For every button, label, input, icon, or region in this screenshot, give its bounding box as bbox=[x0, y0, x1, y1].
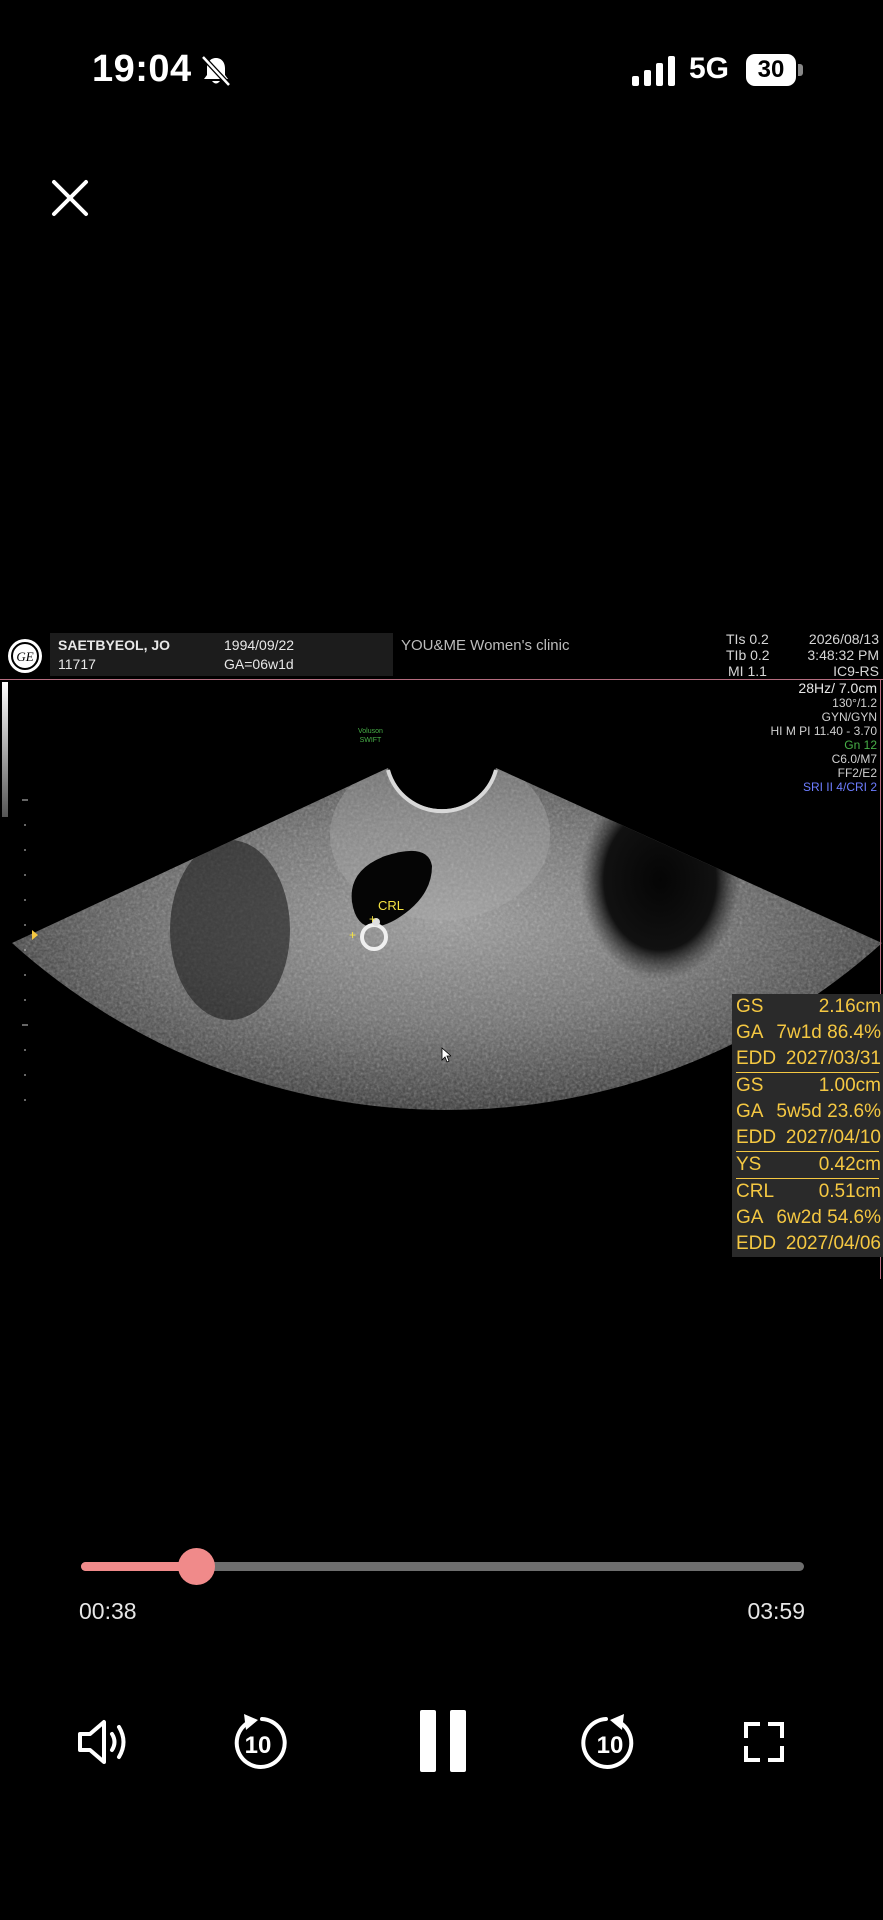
measurement-label: GA bbox=[736, 1207, 764, 1228]
measurement-value: 0.51cm bbox=[818, 1181, 881, 1202]
measurement-row: EDD 2027/03/31 bbox=[732, 1046, 883, 1072]
measurement-label: CRL bbox=[736, 1181, 775, 1202]
measurement-value: 6w2d 54.6% bbox=[776, 1207, 881, 1228]
status-time: 19:04 bbox=[92, 48, 192, 90]
measurement-value: 1.00cm bbox=[818, 1075, 881, 1096]
battery-level: 30 bbox=[746, 54, 796, 86]
patient-name: SAETBYEOL, JO bbox=[58, 637, 171, 653]
measurement-panel: GS 2.16cm GA 7w1d 86.4% EDD 2027/03/31 GS 1.… bbox=[732, 994, 883, 1257]
battery-icon: 30 bbox=[746, 54, 804, 86]
measurement-row: GA 6w2d 54.6% bbox=[732, 1205, 883, 1231]
pause-icon[interactable] bbox=[418, 1710, 468, 1772]
skip-back-button[interactable]: 10 bbox=[228, 1710, 288, 1774]
gray-scale-bar bbox=[2, 682, 8, 817]
probe-name: IC9-RS bbox=[833, 663, 879, 679]
brand-line-1: Voluson bbox=[358, 728, 383, 735]
param-preset: GYN/GYN bbox=[821, 710, 877, 724]
svg-text:+: + bbox=[369, 912, 376, 926]
gestational-age-header: GA=06w1d bbox=[224, 656, 294, 672]
voluson-brand: Voluson SWIFT bbox=[358, 727, 383, 745]
param-gain: Gn 12 bbox=[844, 738, 877, 752]
clinic-name: YOU&ME Women's clinic bbox=[401, 637, 570, 654]
param-angle: 130°/1.2 bbox=[832, 696, 877, 710]
measurement-row: GS 2.16cm bbox=[732, 994, 883, 1020]
volume-icon[interactable] bbox=[76, 1716, 134, 1768]
skip-back-seconds: 10 bbox=[244, 1732, 272, 1759]
measurement-value: 2.16cm bbox=[818, 996, 881, 1017]
exam-time: 3:48:32 PM bbox=[807, 647, 879, 663]
measurement-label: GS bbox=[736, 996, 764, 1017]
measurement-label: GA bbox=[736, 1022, 764, 1043]
mouse-cursor-icon bbox=[441, 1047, 451, 1063]
skip-forward-seconds: 10 bbox=[596, 1732, 624, 1759]
svg-text:GE: GE bbox=[16, 649, 33, 664]
measurement-label: EDD bbox=[736, 1048, 777, 1069]
measurement-value: 2027/03/31 bbox=[785, 1048, 881, 1069]
tib-value: TIb 0.2 bbox=[726, 647, 770, 663]
divider bbox=[0, 679, 883, 680]
svg-text:+: + bbox=[349, 928, 356, 942]
measurement-label: GA bbox=[736, 1101, 764, 1122]
measurement-label: YS bbox=[736, 1154, 762, 1175]
skip-forward-button[interactable]: 10 bbox=[580, 1710, 640, 1774]
param-sri: SRI II 4/CRI 2 bbox=[802, 780, 877, 794]
measurement-row: GA 5w5d 23.6% bbox=[732, 1099, 883, 1125]
measurement-row: GS 1.00cm bbox=[732, 1073, 883, 1099]
mi-value: MI 1.1 bbox=[728, 663, 767, 679]
measurement-row: GA 7w1d 86.4% bbox=[732, 1020, 883, 1046]
measurement-row: YS 0.42cm bbox=[732, 1152, 883, 1178]
network-type: 5G bbox=[689, 52, 730, 85]
param-frame-filter: FF2/E2 bbox=[837, 766, 877, 780]
measurement-value: 0.42cm bbox=[818, 1154, 881, 1175]
bell-slash-icon bbox=[201, 55, 231, 87]
fullscreen-icon[interactable] bbox=[744, 1722, 784, 1762]
total-duration: 03:59 bbox=[747, 1598, 805, 1624]
measurement-value: 2027/04/06 bbox=[785, 1233, 881, 1254]
ge-logo: GE bbox=[8, 639, 42, 673]
measurement-row: CRL 0.51cm bbox=[732, 1179, 883, 1205]
measurement-value: 5w5d 23.6% bbox=[776, 1101, 881, 1122]
exam-date: 2026/08/13 bbox=[808, 631, 879, 647]
param-harmonic: HI M PI 11.40 - 3.70 bbox=[770, 724, 878, 738]
measurement-label: EDD bbox=[736, 1233, 777, 1254]
progress-thumb[interactable] bbox=[177, 1548, 215, 1585]
patient-dob: 1994/09/22 bbox=[224, 637, 295, 653]
measurement-value: 2027/04/10 bbox=[785, 1127, 881, 1148]
measurement-row: EDD 2027/04/10 bbox=[732, 1125, 883, 1151]
measurement-label: EDD bbox=[736, 1127, 777, 1148]
signal-bars-icon bbox=[632, 56, 675, 86]
elapsed-time: 00:38 bbox=[79, 1598, 137, 1624]
patient-id: 11717 bbox=[58, 656, 96, 672]
tis-value: TIs 0.2 bbox=[726, 631, 769, 647]
close-icon[interactable] bbox=[48, 176, 92, 220]
imaging-parameters: 28Hz/ 7.0cm 130°/1.2 GYN/GYN HI M PI 11.… bbox=[771, 680, 878, 794]
measurement-row: EDD 2027/04/06 bbox=[732, 1231, 883, 1257]
crl-caliper-label: CRL bbox=[378, 898, 405, 913]
measurement-value: 7w1d 86.4% bbox=[776, 1022, 881, 1043]
ultrasound-image: + + GE SAETBYEOL, JO 11717 1994/09/22 GA… bbox=[0, 630, 883, 1280]
brand-line-2: SWIFT bbox=[359, 737, 382, 744]
measurement-label: GS bbox=[736, 1075, 764, 1096]
param-frame-depth: 28Hz/ 7.0cm bbox=[798, 680, 877, 696]
param-map: C6.0/M7 bbox=[831, 752, 877, 766]
